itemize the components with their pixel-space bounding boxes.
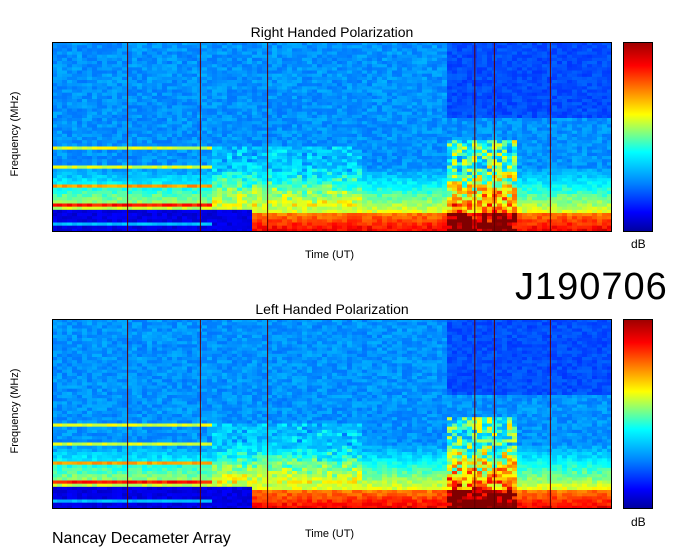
panel-title-right: Right Handed Polarization	[250, 24, 414, 40]
panel-title-left: Left Handed Polarization	[255, 301, 409, 317]
plot-frame-right	[52, 42, 612, 232]
x-axis-label-right: Time (UT)	[305, 249, 355, 261]
x-axis-label-left: Time (UT)	[305, 528, 355, 540]
y-axis-label-left: Frequency (MHz)	[9, 368, 21, 454]
colorbar-label-right: dB	[631, 237, 646, 251]
y-axis-label-right: Frequency (MHz)	[9, 91, 21, 177]
colorbar-label-left: dB	[631, 515, 646, 529]
plot-frame-left	[52, 319, 612, 509]
instrument-name: Nancay Decameter Array	[52, 530, 231, 547]
colorbar-left	[623, 319, 653, 509]
colorbar-right	[623, 42, 653, 232]
